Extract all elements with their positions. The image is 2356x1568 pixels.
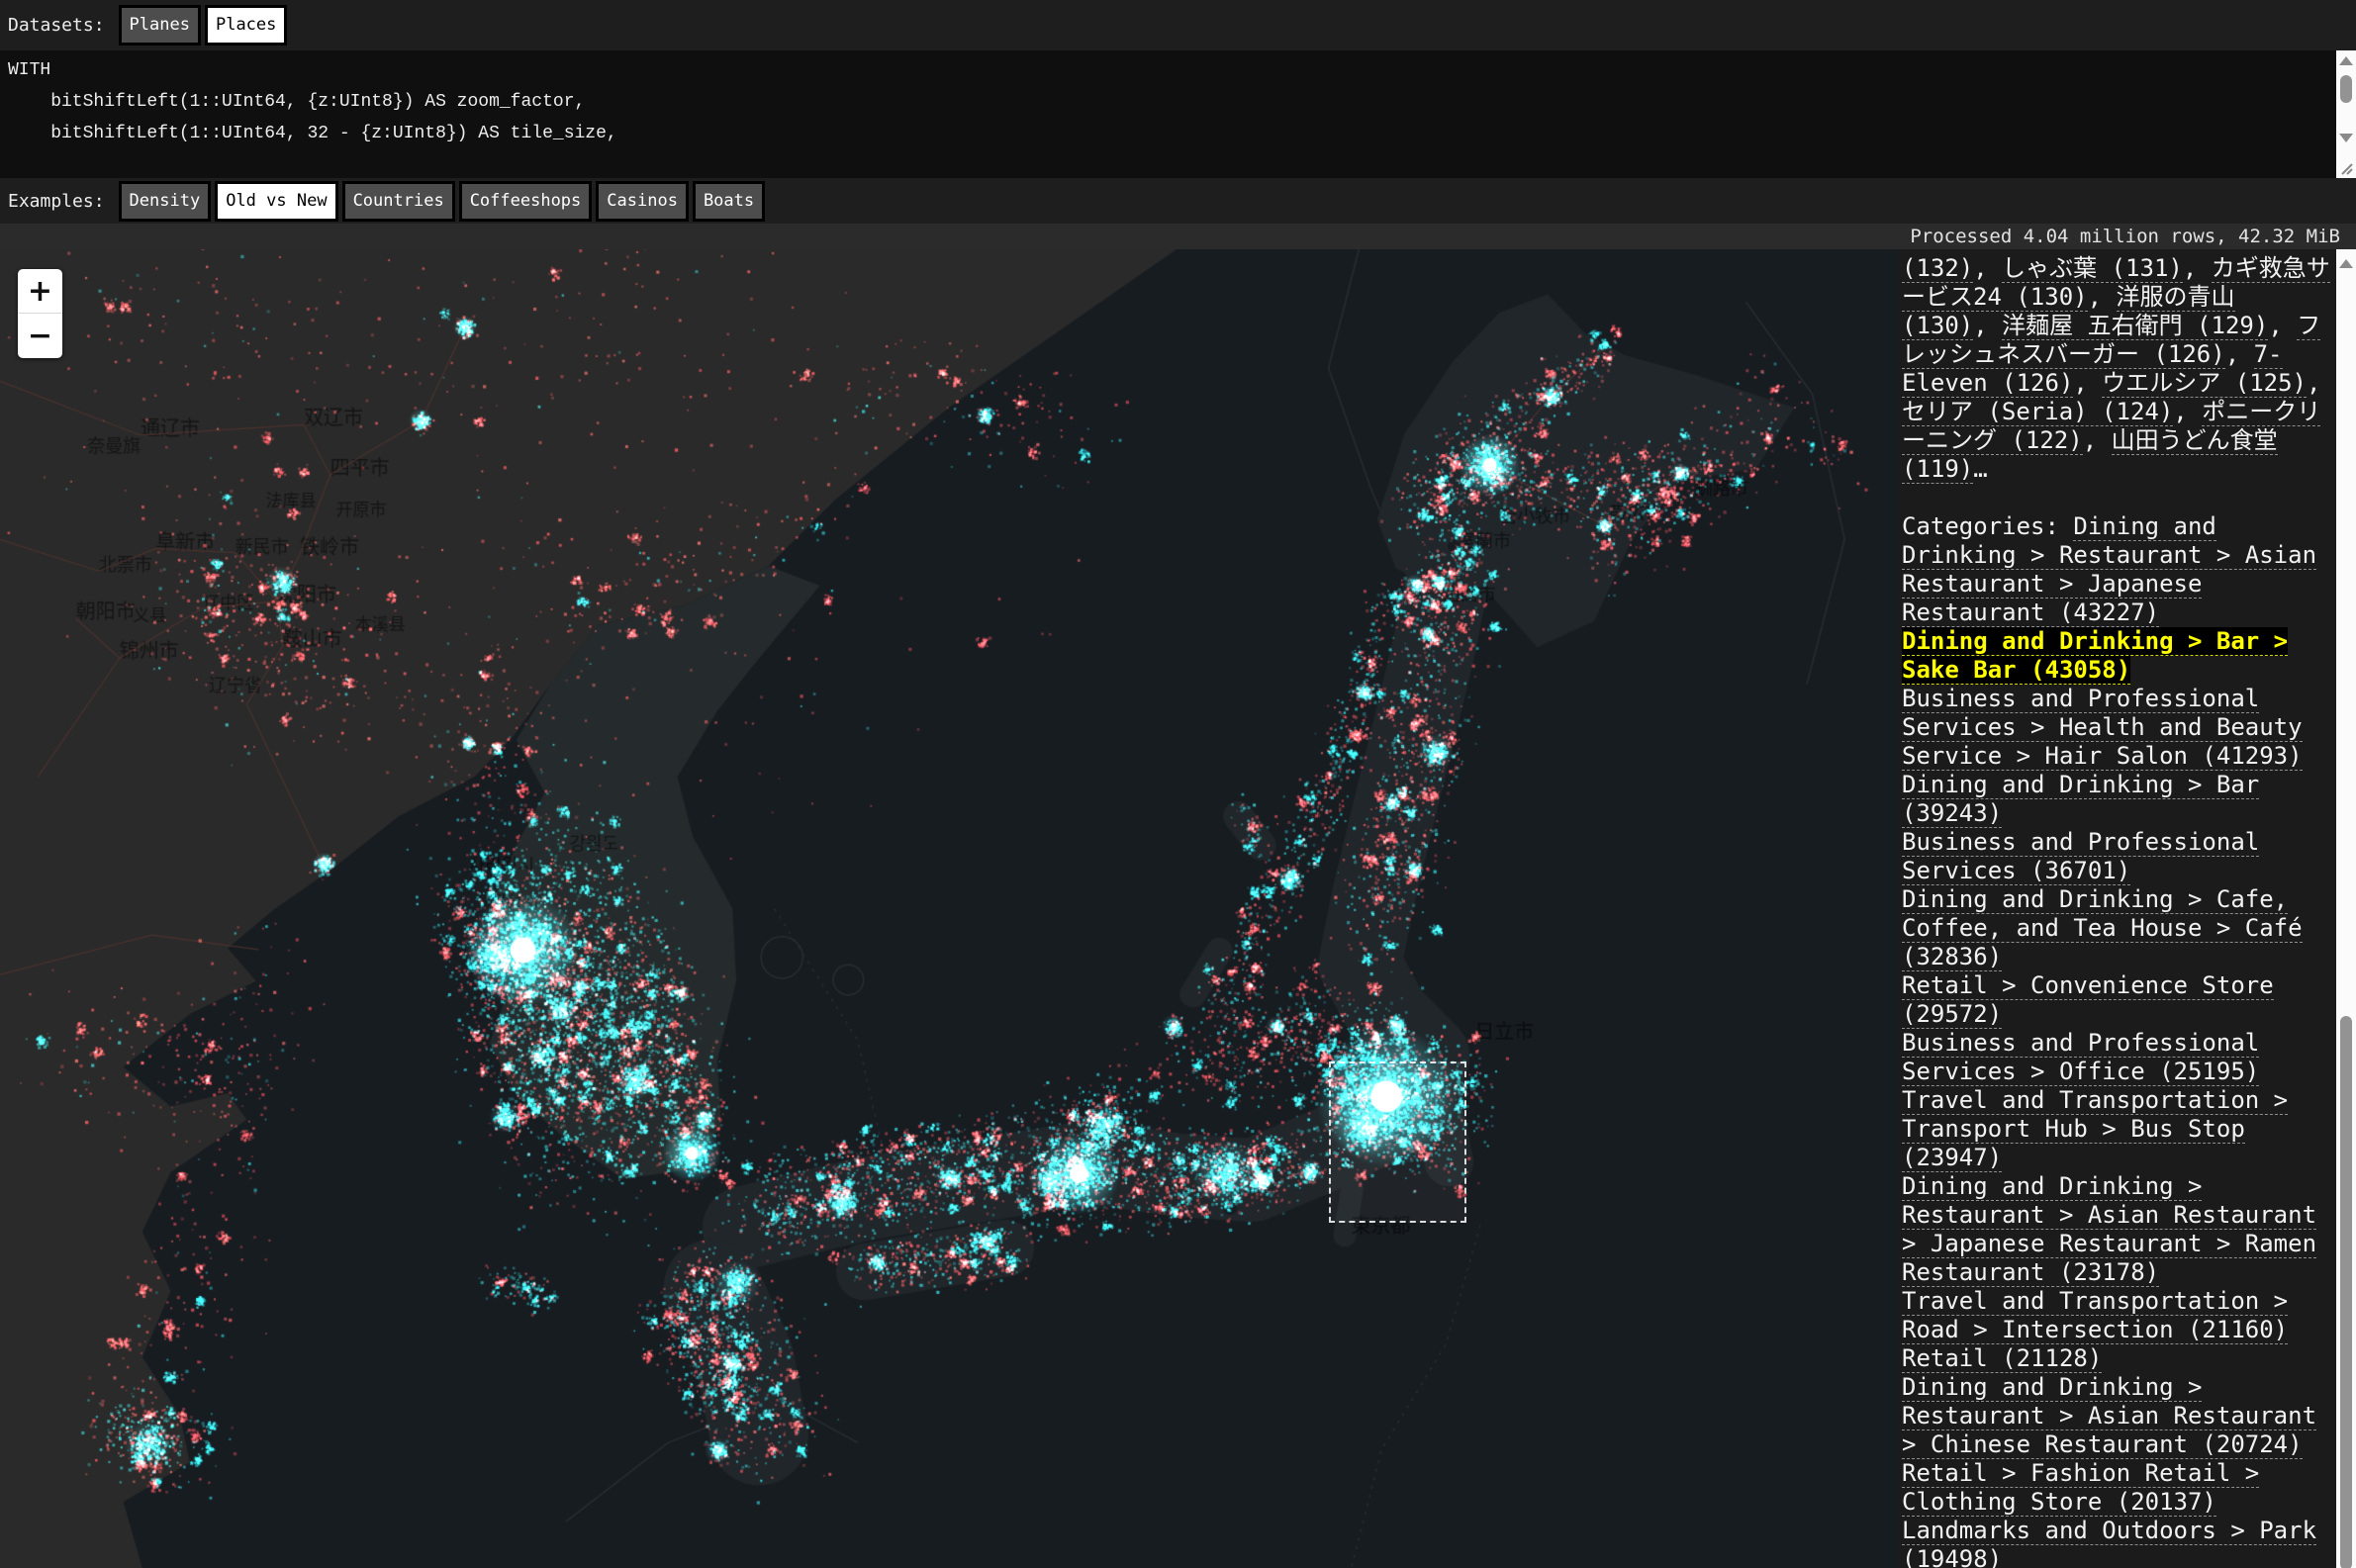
brand-link[interactable]: セリア (Seria) (124) (1902, 398, 2173, 426)
brand-link[interactable]: ウエルシア (125) (2102, 369, 2307, 398)
brand-link[interactable]: しゃぶ葉 (131) (2002, 254, 2183, 283)
dataset-button-planes[interactable]: Planes (119, 5, 201, 46)
category-row: Business and Professional Services (3670… (1902, 828, 2334, 885)
category-link[interactable]: Dining and Drinking > Restaurant > Asian… (1902, 1373, 2316, 1459)
example-button-coffeeshops[interactable]: Coffeeshops (459, 181, 593, 222)
example-button-boats[interactable]: Boats (693, 181, 765, 222)
map-zoom-control: + − (18, 269, 62, 358)
map-selection-rect (1329, 1061, 1466, 1223)
status-text: Processed 4.04 million rows, 42.32 MiB (1910, 226, 2340, 247)
category-row: Dining and Drinking > Cafe, Coffee, and … (1902, 885, 2334, 971)
brands-list: (132), しゃぶ葉 (131), カギ救急サービス24 (130), 洋服の… (1902, 254, 2334, 484)
category-row: Landmarks and Outdoors > Park (19498) (1902, 1517, 2334, 1568)
scroll-up-icon[interactable] (2339, 259, 2353, 268)
map-canvas[interactable] (0, 249, 1898, 1568)
brand-link[interactable]: 洋麺屋 五右衛門 (129) (2002, 312, 2268, 340)
category-link[interactable]: Dining and Drinking > Cafe, Coffee, and … (1902, 885, 2303, 971)
results-panel: (132), しゃぶ葉 (131), カギ救急サービス24 (130), 洋服の… (1898, 249, 2336, 1568)
dataset-button-group: PlanesPlaces (119, 5, 292, 46)
zoom-out-button[interactable]: − (18, 314, 62, 358)
categories-label: Categories: (1902, 512, 2073, 540)
category-row: Dining and Drinking > Restaurant > Asian… (1902, 1373, 2334, 1459)
map[interactable]: + − (0, 249, 1898, 1568)
category-row: Travel and Transportation > Transport Hu… (1902, 1086, 2334, 1172)
category-row: Business and Professional Services > Off… (1902, 1029, 2334, 1086)
category-link[interactable]: Dining and Drinking > Bar > Sake Bar (43… (1902, 627, 2288, 685)
example-button-group: DensityOld vs NewCountriesCoffeeshopsCas… (119, 181, 770, 222)
category-row: Dining and Drinking > Bar (39243) (1902, 771, 2334, 828)
example-button-casinos[interactable]: Casinos (596, 181, 689, 222)
examples-bar: Examples: DensityOld vs NewCountriesCoff… (0, 178, 2356, 224)
examples-label: Examples: (8, 191, 105, 212)
category-row: Business and Professional Services > Hea… (1902, 685, 2334, 771)
resize-grip-icon[interactable] (2336, 148, 2356, 178)
scroll-up-icon[interactable] (2339, 56, 2353, 65)
category-link[interactable]: Business and Professional Services > Hea… (1902, 685, 2303, 771)
status-bar: Processed 4.04 million rows, 42.32 MiB (0, 224, 2356, 249)
category-link[interactable]: Dining and Drinking > Bar (39243) (1902, 771, 2259, 828)
category-row: Dining and Drinking > Bar > Sake Bar (43… (1902, 627, 2334, 685)
brand-link[interactable]: (132) (1902, 254, 1973, 283)
category-link[interactable]: Retail > Convenience Store (29572) (1902, 971, 2274, 1029)
category-link[interactable]: Retail > Fashion Retail > Clothing Store… (1902, 1459, 2259, 1517)
category-row: Retail > Convenience Store (29572) (1902, 971, 2334, 1029)
editor-scrollbar-thumb[interactable] (2340, 75, 2352, 103)
app: Datasets: PlanesPlaces WITH bitShiftLeft… (0, 0, 2356, 1568)
query-text[interactable]: WITH bitShiftLeft(1::UInt64, {z:UInt8}) … (8, 54, 2332, 178)
category-link[interactable]: Travel and Transportation > Transport Hu… (1902, 1086, 2288, 1172)
category-row: Retail > Fashion Retail > Clothing Store… (1902, 1459, 2334, 1517)
example-button-countries[interactable]: Countries (342, 181, 455, 222)
category-link[interactable]: Dining and Drinking > Restaurant > Asian… (1902, 1172, 2316, 1287)
categories-list: Categories: Dining and Drinking > Restau… (1902, 512, 2334, 1568)
sidebar-scrollbar-thumb[interactable] (2340, 1016, 2352, 1568)
editor-scrollbar[interactable] (2336, 50, 2356, 148)
content: + − (132), しゃぶ葉 (131), カギ救急サービス24 (130),… (0, 249, 2356, 1568)
category-link[interactable]: Business and Professional Services (3670… (1902, 828, 2259, 885)
category-row: Travel and Transportation > Road > Inter… (1902, 1287, 2334, 1344)
sidebar-scrollbar[interactable] (2336, 249, 2356, 1568)
scroll-down-icon[interactable] (2339, 134, 2353, 142)
category-row: Categories: Dining and Drinking > Restau… (1902, 512, 2334, 627)
query-editor[interactable]: WITH bitShiftLeft(1::UInt64, {z:UInt8}) … (0, 50, 2356, 178)
example-button-density[interactable]: Density (119, 181, 212, 222)
category-link[interactable]: Travel and Transportation > Road > Inter… (1902, 1287, 2288, 1344)
category-link[interactable]: Retail (21128) (1902, 1344, 2102, 1373)
category-link[interactable]: Business and Professional Services > Off… (1902, 1029, 2259, 1086)
example-button-old-vs-new[interactable]: Old vs New (215, 181, 337, 222)
datasets-bar: Datasets: PlanesPlaces (0, 0, 2356, 50)
category-row: Retail (21128) (1902, 1344, 2334, 1373)
zoom-in-button[interactable]: + (18, 269, 62, 314)
dataset-button-places[interactable]: Places (205, 5, 287, 46)
category-row: Dining and Drinking > Restaurant > Asian… (1902, 1172, 2334, 1287)
category-link[interactable]: Landmarks and Outdoors > Park (19498) (1902, 1517, 2316, 1568)
datasets-label: Datasets: (8, 15, 105, 36)
